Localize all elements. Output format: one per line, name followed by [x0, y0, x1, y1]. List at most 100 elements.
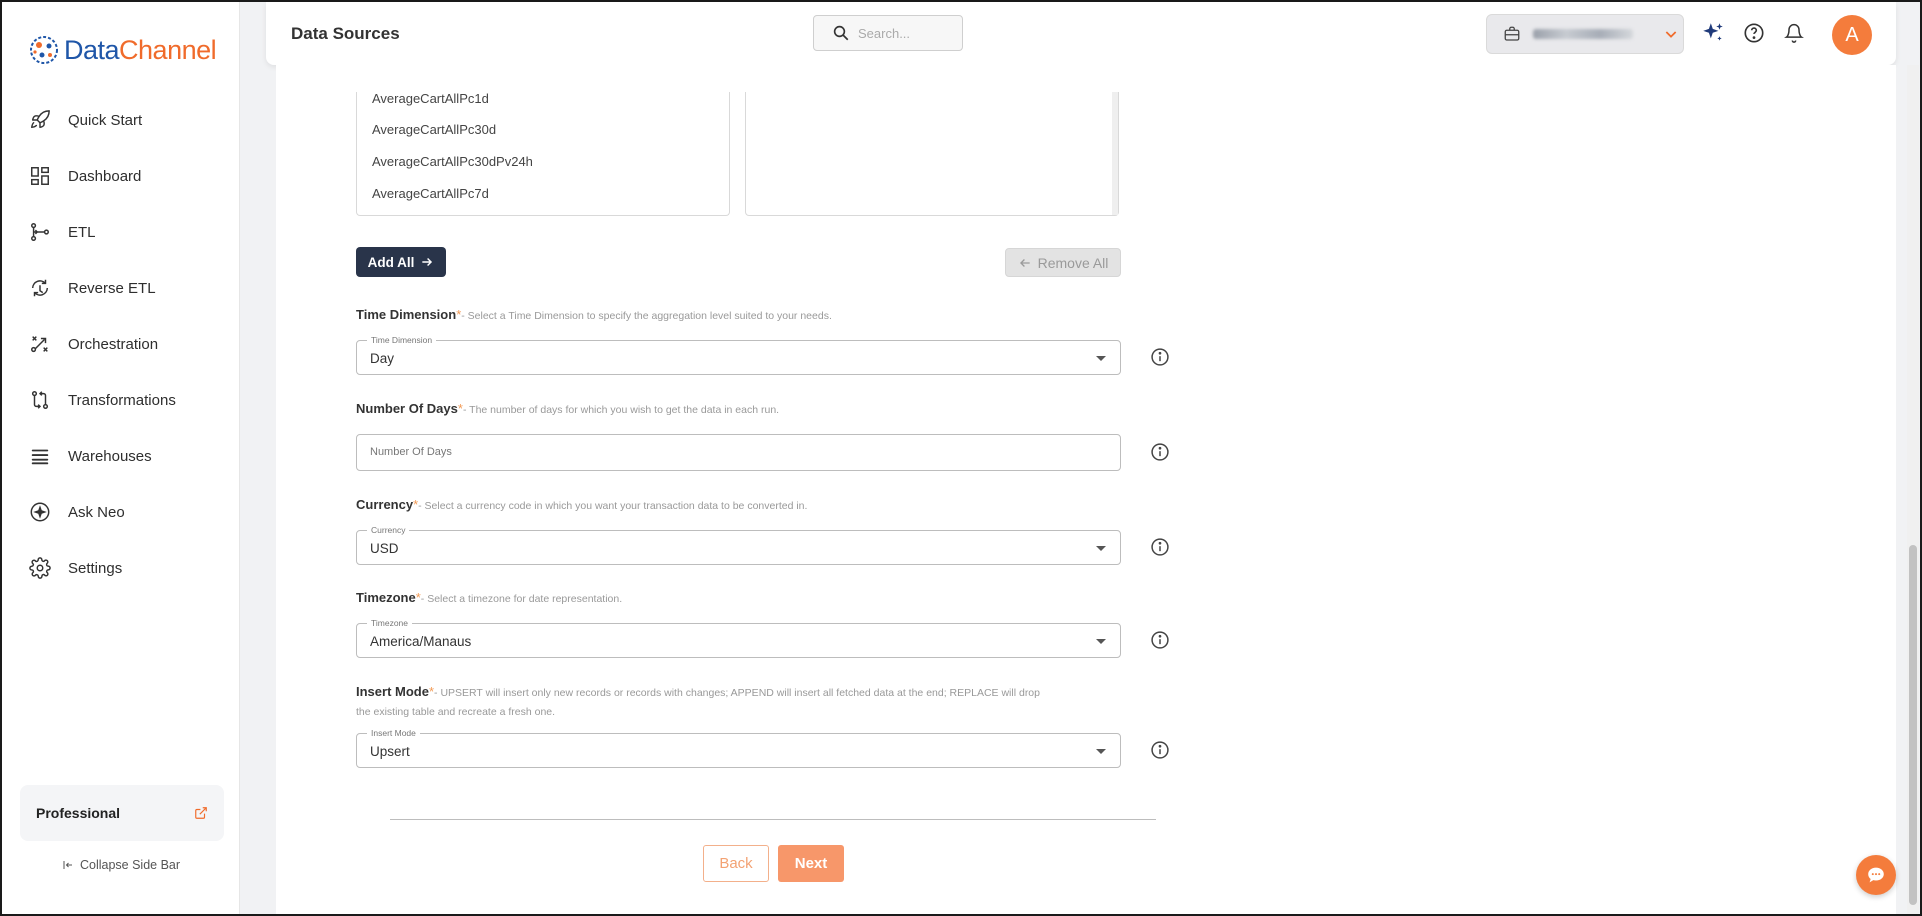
- timezone-select[interactable]: Timezone America/Manaus: [356, 618, 1121, 658]
- sidebar-item-etl[interactable]: ETL: [2, 204, 240, 260]
- page-title: Data Sources: [291, 24, 400, 43]
- next-button[interactable]: Next: [778, 845, 844, 882]
- info-icon[interactable]: [1150, 740, 1170, 760]
- ask-neo-icon: [28, 500, 52, 524]
- field-title: Insert Mode: [356, 684, 429, 699]
- sparkle-ai-icon[interactable]: [1700, 20, 1726, 46]
- sidebar-item-label: Reverse ETL: [68, 279, 156, 297]
- field-legend: Time Dimension: [367, 335, 437, 345]
- field-hint: - Select a timezone for date representat…: [420, 593, 623, 605]
- chat-bubble-icon: [1868, 867, 1884, 883]
- arrow-right-icon: [422, 258, 433, 266]
- scrollbar-thumb[interactable]: [1909, 545, 1917, 905]
- logo-text-part1: Data: [64, 34, 120, 65]
- sidebar-item-ask-neo[interactable]: Ask Neo: [2, 484, 240, 540]
- field-legend: Insert Mode: [367, 728, 420, 738]
- logo-text: DataChannel: [64, 34, 217, 66]
- search-input[interactable]: Search...: [813, 15, 963, 51]
- number-of-days-input[interactable]: Number Of Days: [356, 434, 1121, 471]
- sidebar-item-label: Transformations: [68, 391, 176, 409]
- select-value: USD: [370, 541, 399, 556]
- field-title: Currency: [356, 497, 414, 512]
- warehouses-icon: [28, 444, 52, 468]
- collapse-sidebar-button[interactable]: Collapse Side Bar: [2, 858, 240, 872]
- external-link-icon[interactable]: [194, 806, 208, 820]
- caret-down-icon: [1096, 639, 1106, 644]
- add-all-button[interactable]: Add All: [356, 247, 446, 277]
- field-title: Number Of Days: [356, 401, 458, 416]
- sidebar-item-label: Orchestration: [68, 335, 159, 353]
- info-icon[interactable]: [1150, 537, 1170, 557]
- sidebar-item-quick-start[interactable]: Quick Start: [2, 92, 240, 148]
- caret-down-icon: [1096, 356, 1106, 361]
- sidebar-item-warehouses[interactable]: Warehouses: [2, 428, 240, 484]
- search-icon: [833, 25, 849, 41]
- back-button[interactable]: Back: [703, 845, 769, 882]
- field-title: Timezone: [356, 590, 416, 605]
- sidebar-nav: Quick Start Dashboard ETL Reverse ETL Or…: [2, 92, 240, 596]
- avatar[interactable]: A: [1832, 15, 1872, 55]
- list-item[interactable]: AverageCartAllPc1d: [357, 92, 729, 114]
- info-icon[interactable]: [1150, 630, 1170, 650]
- selected-metrics-list[interactable]: [745, 92, 1119, 216]
- field-hint: - Select a Time Dimension to specify the…: [461, 310, 832, 322]
- list-item[interactable]: AverageCartAllPc30dPv24h: [357, 146, 729, 178]
- sidebar-item-orchestration[interactable]: Orchestration: [2, 316, 240, 372]
- logo-text-part2: Channel: [119, 34, 217, 65]
- etl-icon: [28, 220, 52, 244]
- sidebar-item-label: Warehouses: [68, 447, 152, 465]
- form-divider: [390, 819, 1156, 820]
- field-hint: - The number of days for which you wish …: [462, 404, 780, 416]
- info-icon[interactable]: [1150, 442, 1170, 462]
- field-legend: Currency: [367, 525, 410, 535]
- field-hint: - Select a currency code in which you wa…: [418, 500, 808, 512]
- sidebar-item-reverse-etl[interactable]: Reverse ETL: [2, 260, 240, 316]
- workspace-name-redacted: [1533, 29, 1633, 39]
- time-dimension-select[interactable]: Time Dimension Day: [356, 335, 1121, 375]
- sidebar-item-label: Dashboard: [68, 167, 142, 185]
- plan-card[interactable]: Professional: [20, 785, 224, 841]
- list-item[interactable]: AverageCartAllPc30d: [357, 114, 729, 146]
- insert-mode-label: Insert Mode*- UPSERT will insert only ne…: [356, 683, 1056, 721]
- sidebar-item-label: ETL: [68, 223, 96, 241]
- sidebar-item-label: Quick Start: [68, 111, 143, 129]
- chat-support-button[interactable]: [1856, 855, 1896, 895]
- orchestration-icon: [28, 332, 52, 356]
- reverse-etl-icon: [28, 276, 52, 300]
- remove-all-label: Remove All: [1037, 254, 1109, 271]
- help-icon[interactable]: [1741, 20, 1767, 46]
- sidebar-item-settings[interactable]: Settings: [2, 540, 240, 596]
- list-item[interactable]: AverageCartAllPc7d: [357, 178, 729, 210]
- currency-label: Currency*- Select a currency code in whi…: [356, 497, 807, 512]
- insert-mode-select[interactable]: Insert Mode Upsert: [356, 728, 1121, 768]
- info-icon[interactable]: [1150, 347, 1170, 367]
- available-metrics-list[interactable]: AverageCartAllPc1d AverageCartAllPc30d A…: [356, 92, 730, 216]
- page-scrollbar[interactable]: [1907, 65, 1919, 914]
- number-of-days-label: Number Of Days*- The number of days for …: [356, 401, 779, 416]
- field-legend: Timezone: [367, 618, 413, 628]
- workspace-selector[interactable]: [1486, 14, 1684, 54]
- bell-icon[interactable]: [1781, 20, 1807, 46]
- collapse-left-icon: [63, 861, 72, 869]
- caret-down-icon: [1096, 749, 1106, 754]
- search-placeholder: Search...: [858, 25, 911, 41]
- dashboard-icon: [28, 164, 52, 188]
- field-title: Time Dimension: [356, 307, 457, 322]
- collapse-label: Collapse Side Bar: [79, 858, 181, 872]
- select-value: America/Manaus: [370, 634, 472, 649]
- select-value: Upsert: [370, 744, 410, 759]
- arrow-left-icon: [1019, 258, 1030, 267]
- input-placeholder: Number Of Days: [370, 446, 452, 458]
- app-logo[interactable]: DataChannel: [28, 34, 217, 66]
- top-header: Data Sources Search... A: [266, 2, 1896, 65]
- gear-icon: [28, 556, 52, 580]
- briefcase-icon: [1504, 26, 1520, 41]
- remove-all-button[interactable]: Remove All: [1005, 248, 1121, 277]
- sidebar-item-label: Settings: [68, 559, 123, 577]
- add-all-label: Add All: [367, 254, 415, 270]
- select-value: Day: [370, 351, 395, 366]
- sidebar-item-transformations[interactable]: Transformations: [2, 372, 240, 428]
- rocket-icon: [28, 108, 52, 132]
- currency-select[interactable]: Currency USD: [356, 525, 1121, 565]
- sidebar-item-dashboard[interactable]: Dashboard: [2, 148, 240, 204]
